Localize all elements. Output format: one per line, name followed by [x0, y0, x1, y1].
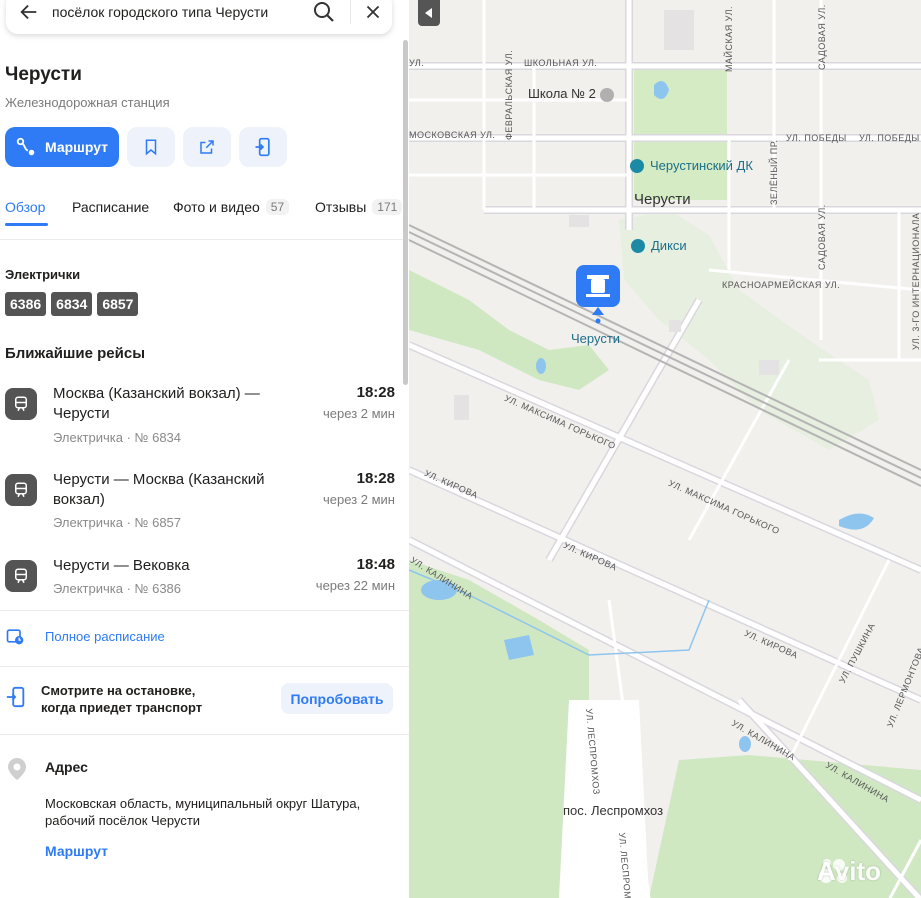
street-sadovaya-1: САДОВАЯ УЛ. — [817, 4, 827, 70]
tab-overview[interactable]: Обзор — [5, 199, 45, 215]
tab-photos[interactable]: Фото и видео 57 — [173, 199, 290, 215]
trains-heading: Электрички — [5, 267, 81, 282]
divider — [0, 610, 409, 611]
map-label-dixi[interactable]: Дикси — [651, 238, 687, 253]
address-route-link[interactable]: Маршрут — [45, 843, 108, 859]
tab-reviews[interactable]: Отзывы 171 — [315, 199, 403, 215]
route-button[interactable]: Маршрут — [5, 127, 119, 167]
street-moskovskaya: МОСКОВСКАЯ УЛ. — [409, 130, 496, 140]
address-heading: Адрес — [45, 759, 88, 775]
trip-name: Москва (Казанский вокзал) — Черусти — [53, 385, 260, 422]
place-subtitle: Железнодорожная станция — [5, 95, 170, 110]
address-text: Московская область, муниципальный округ … — [45, 796, 361, 828]
place-panel: посёлок городского типа Черусти Черусти … — [0, 0, 409, 898]
phone-icon — [255, 137, 270, 157]
train-icon — [5, 560, 37, 592]
route-button-label: Маршрут — [45, 139, 109, 155]
train-chip[interactable]: 6834 — [51, 292, 93, 316]
search-bar[interactable]: посёлок городского типа Черусти — [6, 0, 392, 34]
train-chip[interactable]: 6857 — [97, 292, 139, 316]
street-krasnoarm: КРАСНОАРМЕЙСКАЯ УЛ. — [722, 280, 841, 290]
divider — [0, 666, 409, 667]
street-pobedy-1: УЛ. ПОБЕДЫ — [786, 133, 847, 143]
collapse-panel-button[interactable] — [418, 0, 440, 26]
divider — [0, 734, 409, 735]
map-label-station[interactable]: Черусти — [571, 331, 620, 346]
location-pin-icon — [8, 758, 26, 780]
trip-meta: Электричка · № 6857 — [53, 515, 182, 530]
train-icon — [5, 474, 37, 506]
trip-row[interactable]: Москва (Казанский вокзал) — Черусти Элек… — [5, 384, 395, 448]
tab-schedule[interactable]: Расписание — [72, 199, 149, 215]
trip-eta: через 2 мин — [323, 406, 395, 421]
trip-time: 18:48 — [356, 556, 395, 573]
share-icon — [200, 140, 214, 154]
trip-eta: через 22 мин — [315, 578, 395, 593]
phone-bus-icon — [6, 686, 25, 708]
search-input[interactable]: посёлок городского типа Черусти — [52, 4, 268, 20]
divider — [0, 239, 409, 240]
trip-time: 18:28 — [356, 470, 395, 487]
trip-time: 18:28 — [356, 384, 395, 401]
trip-meta: Электричка · № 6386 — [53, 581, 182, 596]
street-sadovaya-2: САДОВАЯ УЛ. — [817, 204, 827, 270]
trip-row[interactable]: Черусти — Вековка Электричка · № 6386 18… — [5, 556, 395, 600]
share-button[interactable] — [183, 127, 231, 167]
full-schedule-label: Полное расписание — [45, 628, 165, 644]
trip-row[interactable]: Черусти — Москва (Казанский вокзал) Элек… — [5, 470, 395, 534]
full-schedule-link[interactable]: Полное расписание — [5, 626, 165, 646]
back-arrow-icon[interactable] — [18, 1, 40, 23]
trip-name: Черусти — Вековка — [53, 557, 190, 574]
street-shkolnaya: ШКОЛЬНАЯ УЛ. — [524, 58, 598, 68]
promo-text: Смотрите на остановке, когда приедет тра… — [41, 683, 203, 715]
trip-name: Черусти — Москва (Казанский вокзал) — [53, 471, 265, 508]
collapse-left-icon — [425, 8, 432, 18]
bookmark-button[interactable] — [127, 127, 175, 167]
search-divider — [350, 0, 351, 24]
nearest-heading: Ближайшие рейсы — [5, 345, 146, 362]
trip-meta: Электричка · № 6834 — [53, 430, 182, 445]
panel-scrollbar[interactable] — [403, 40, 408, 385]
map-label-dk[interactable]: Черустинский ДК — [650, 158, 753, 173]
try-button[interactable]: Попробовать — [281, 683, 393, 714]
reviews-count: 171 — [372, 199, 403, 215]
search-icon[interactable] — [312, 0, 336, 24]
map-label-school[interactable]: Школа № 2 — [528, 86, 596, 101]
street-fevralskaya: ФЕВРАЛЬСКАЯ УЛ. — [504, 49, 514, 140]
send-to-phone-button[interactable] — [239, 127, 287, 167]
photos-count: 57 — [265, 199, 290, 215]
route-icon — [16, 137, 35, 156]
street-pobedy-2: УЛ. ПОБЕДЫ — [859, 133, 920, 143]
close-icon[interactable] — [362, 1, 384, 23]
schedule-icon — [6, 629, 24, 645]
street-zeleny: ЗЕЛЁНЫЙ ПР. — [769, 139, 779, 205]
train-numbers: 6386 6834 6857 — [5, 292, 139, 316]
train-icon — [5, 388, 37, 420]
train-chip[interactable]: 6386 — [5, 292, 47, 316]
street-ul: УЛ. — [409, 58, 425, 68]
map-label-town: Черусти — [634, 191, 691, 208]
street-mayskaya: МАЙСКАЯ УЛ. — [724, 5, 734, 72]
bookmark-icon — [145, 139, 157, 156]
watermark: Avito — [817, 856, 882, 886]
trip-eta: через 2 мин — [323, 492, 395, 507]
map-label-lespromhoz: пос. Леспромхоз — [563, 803, 664, 818]
street-internac: УЛ. 3-ГО ИНТЕРНАЦИОНАЛА — [911, 212, 921, 350]
active-tab-indicator — [5, 223, 48, 226]
map[interactable]: Школа № 2 Черустинский ДК Черусти Дикси … — [409, 0, 921, 898]
place-title: Черусти — [5, 64, 82, 85]
